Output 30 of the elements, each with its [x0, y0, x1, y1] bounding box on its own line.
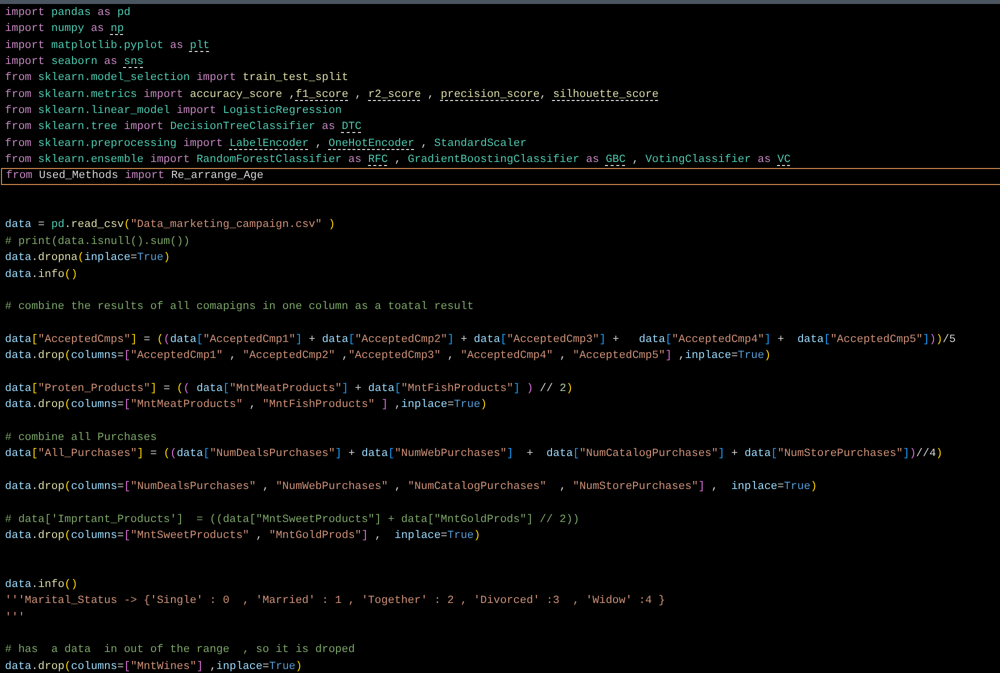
- code-line: from sklearn.metrics import accuracy_score ,f1_score , r2_score , precision_score, silhouette_score: [4, 88, 660, 103]
- code-line: from sklearn.model_selection import train_test_split: [4, 71, 350, 86]
- code-line: import seaborn as sns: [4, 55, 145, 70]
- code-line: data.drop(columns=["AcceptedCmp1" , "AcceptedCmp2" ,"AcceptedCmp3" , "AcceptedCmp4" , "AcceptedCmp5"] ,inplace=True): [4, 349, 772, 364]
- code-line: import matplotlib.pyplot as plt: [4, 38, 211, 54]
- code-line: data.info(): [4, 268, 79, 282]
- code-line: data["Proten_Products"] = (( data["MntMeatProducts"] + data["MntFishProducts"] ) // 2): [4, 382, 574, 397]
- code-line: data["All_Purchases"] = ((data["NumDealsPurchases"] + data["NumWebPurchases"] + data["NumCatalogPurchases"] + data["NumStorePurchases"])//4): [4, 447, 944, 462]
- code-line: data.drop(columns=["MntMeatProducts" , "MntFishProducts" ] ,inplace=True): [4, 398, 488, 414]
- code-line: data["AcceptedCmps"] = ((data["AcceptedCmp1"] + data["AcceptedCmp2"] + data["AcceptedCmp3"] + data["AcceptedCmp4"] + data["AcceptedCmp5"]))/5: [4, 332, 957, 348]
- code-line: # data['Imprtant_Products'] = ((data["MntSweetProducts"] + data["MntGoldProds"] // 2)): [4, 512, 580, 528]
- code-line: from sklearn.linear_model import LogisticRegression: [4, 104, 343, 120]
- code-line: # print(data.isnull().sum()): [4, 234, 191, 250]
- code-line: data.drop(columns=["NumDealsPurchases" , "NumWebPurchases" , "NumCatalogPurchases" , "NumStorePurchases"] , inplace=True): [4, 480, 818, 495]
- code-line: # combine the results of all comapigns in one column as a toatal result: [4, 300, 475, 316]
- code-line: from Used_Methods import Re_arrange_Age: [1, 168, 1000, 185]
- code-line: import numpy as np: [4, 22, 125, 38]
- code-line: import pandas as pd: [4, 6, 132, 21]
- code-line: data.drop(columns=["MntWines"] ,inplace=True): [4, 660, 304, 673]
- code-line: # combine all Purchases: [4, 430, 158, 446]
- code-line: '''Marital_Status -> {'Single' : 0 , 'Married' : 1 , 'Together' : 2 , 'Divorced' :3 , 'Widow' :4 }: [4, 594, 666, 610]
- code-line: data.drop(columns=["MntSweetProducts" , "MntGoldProds"] , inplace=True): [4, 529, 482, 544]
- code-line: data.dropna(inplace=True): [4, 251, 172, 266]
- code-line: # has a data in out of the range , so it is droped: [4, 643, 356, 658]
- code-line: from sklearn.preprocessing import LabelEncoder , OneHotEncoder , StandardScaler: [4, 136, 528, 152]
- code-line: from sklearn.tree import DecisionTreeClassifier as DTC: [4, 120, 363, 136]
- code-line: data.info(): [4, 578, 79, 594]
- code-line: from sklearn.ensemble import RandomForestClassifier as RFC , GradientBoostingClassifier as GBC , VotingClassifier as VC: [4, 153, 792, 168]
- code-line: ''': [4, 610, 26, 626]
- code-line: data = pd.read_csv("Data_marketing_campaign.csv" ): [4, 218, 336, 234]
